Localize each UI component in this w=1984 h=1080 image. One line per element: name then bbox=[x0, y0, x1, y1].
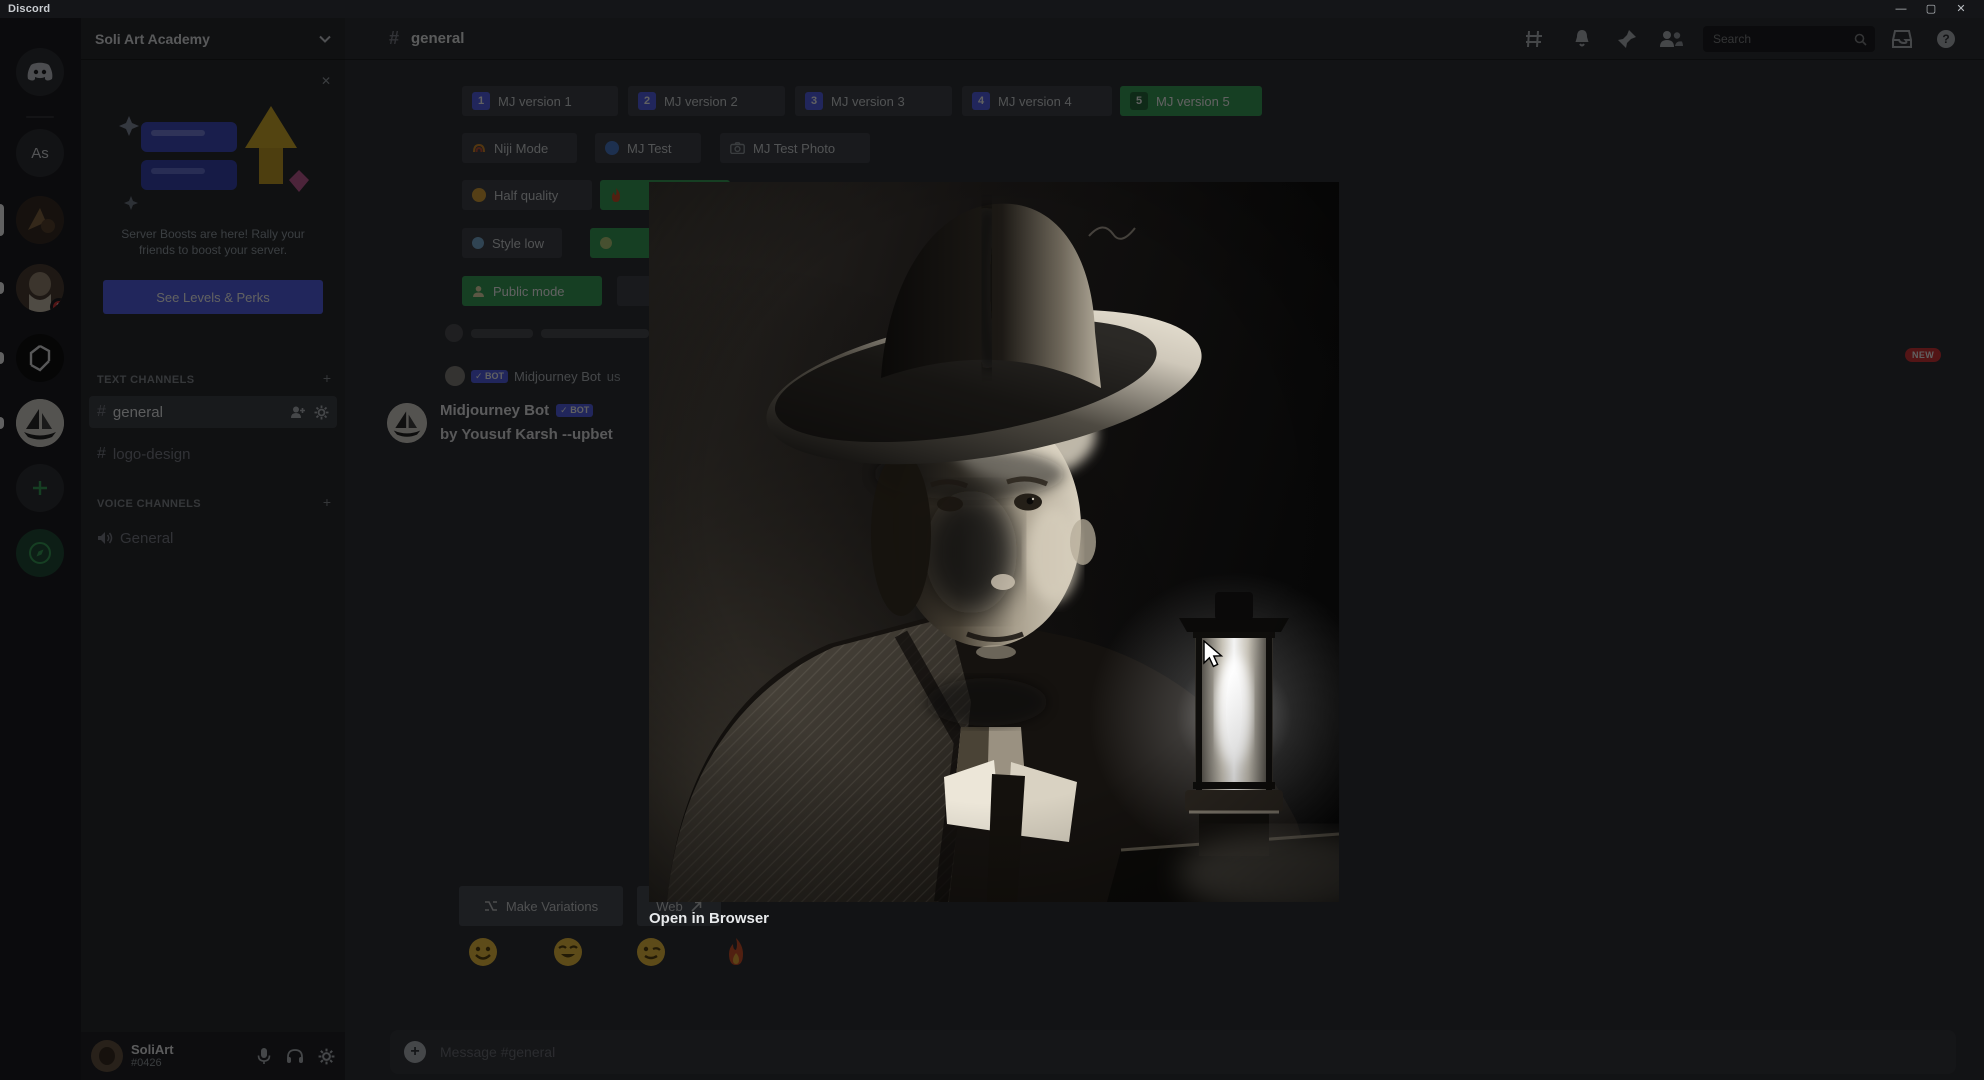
close-button[interactable]: ✕ bbox=[1946, 0, 1976, 18]
maximize-button[interactable]: ▢ bbox=[1916, 0, 1946, 18]
mouse-cursor bbox=[1203, 640, 1224, 668]
portrait-photo bbox=[649, 182, 1339, 902]
app-body: As 2 bbox=[0, 18, 1984, 1080]
open-in-browser-link[interactable]: Open in Browser bbox=[649, 910, 769, 927]
titlebar: Discord — ▢ ✕ bbox=[0, 0, 1984, 18]
minimize-button[interactable]: — bbox=[1886, 0, 1916, 18]
app-title: Discord bbox=[8, 3, 51, 15]
lightbox-image[interactable] bbox=[649, 182, 1339, 902]
discord-window: Discord — ▢ ✕ As bbox=[0, 0, 1984, 1080]
